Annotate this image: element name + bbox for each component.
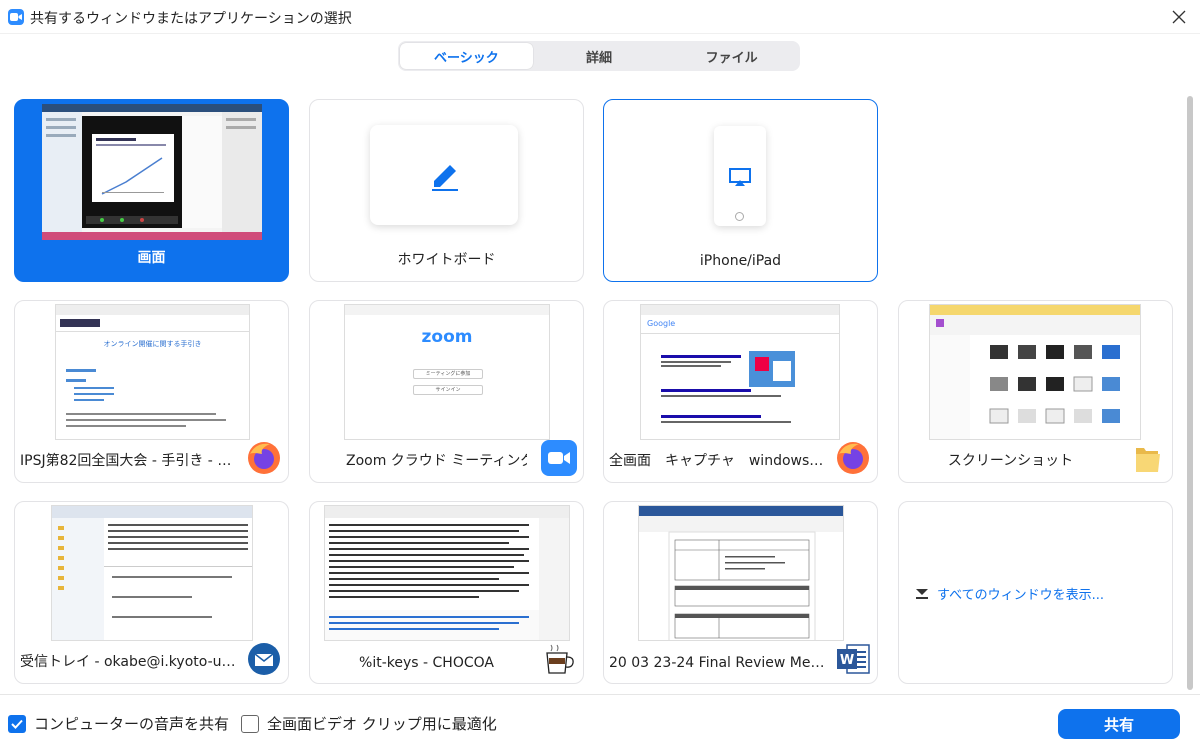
- window-thumbnail: zoom ミーティングに参加 サインイン: [344, 304, 550, 440]
- tile-screen[interactable]: 画面: [14, 99, 289, 282]
- tab-basic[interactable]: ベーシック: [400, 43, 533, 69]
- tile-window-label: 20 03 23-24 Final Review Meetin...: [609, 655, 827, 671]
- tile-window-google[interactable]: Google 全画面 キャプチャ windows - Go...: [603, 300, 878, 483]
- optimize-video-option[interactable]: 全画面ビデオ クリップ用に最適化: [241, 713, 497, 734]
- folder-icon: [1136, 448, 1160, 472]
- tab-advanced[interactable]: 詳細: [533, 43, 666, 69]
- share-mode-tabs: ベーシック 詳細 ファイル: [398, 41, 800, 71]
- window-thumbnail: [51, 505, 253, 641]
- tab-files[interactable]: ファイル: [665, 43, 798, 69]
- window-thumbnail: [638, 505, 844, 641]
- thumb-google-logo: Google: [647, 319, 676, 328]
- pen-icon: [432, 165, 458, 191]
- tile-show-all-windows[interactable]: すべてのウィンドウを表示...: [898, 501, 1173, 684]
- thunderbird-icon: [248, 643, 280, 675]
- bottom-bar: コンピューターの音声を共有 全画面ビデオ クリップ用に最適化 共有: [0, 694, 1200, 749]
- tile-iphone-label: iPhone/iPad: [699, 253, 782, 269]
- tile-whiteboard-label: ホワイトボード: [397, 252, 496, 268]
- optimize-video-label: 全画面ビデオ クリップ用に最適化: [267, 715, 497, 733]
- close-icon[interactable]: [1164, 2, 1194, 32]
- word-icon: W: [837, 644, 870, 674]
- airplay-icon: [729, 168, 751, 186]
- window-thumbnail: Google: [640, 304, 840, 440]
- share-audio-option[interactable]: コンピューターの音声を共有: [8, 713, 229, 734]
- window-thumbnail: [324, 505, 570, 641]
- optimize-video-checkbox[interactable]: [241, 714, 259, 733]
- show-all-windows-label: すべてのウィンドウを表示...: [937, 588, 1104, 603]
- phone-preview: [714, 126, 766, 226]
- whiteboard-preview: [370, 125, 518, 225]
- tile-window-label: 受信トレイ - okabe@i.kyoto-u.ac.j...: [20, 654, 238, 670]
- tile-iphone-ipad[interactable]: iPhone/iPad: [603, 99, 878, 282]
- share-button[interactable]: 共有: [1058, 709, 1180, 739]
- show-all-windows-link[interactable]: すべてのウィンドウを表示...: [915, 584, 1104, 603]
- window-title: 共有するウィンドウまたはアプリケーションの選択: [30, 11, 352, 27]
- tile-window-label: Zoom クラウド ミーティング: [346, 453, 527, 469]
- window-thumbnail: オンライン開催に関する手引き: [55, 304, 250, 440]
- tile-window-label: IPSJ第82回全国大会 - 手引き - M...: [20, 453, 238, 469]
- thumb-signin-button: サインイン: [413, 385, 483, 395]
- show-all-windows-icon: [916, 588, 928, 599]
- svg-text:W: W: [840, 653, 854, 668]
- tile-window-label: 全画面 キャプチャ windows - Go...: [609, 453, 827, 469]
- screen-thumbnail: [42, 104, 262, 240]
- window-thumbnail: [929, 304, 1141, 440]
- thumb-heading: オンライン開催に関する手引き: [103, 340, 202, 348]
- tile-window-label: スクリーンショット: [947, 453, 1074, 469]
- tile-window-word[interactable]: 20 03 23-24 Final Review Meetin... W: [603, 501, 878, 684]
- home-button-icon: [735, 212, 744, 221]
- firefox-icon: [837, 442, 869, 474]
- tile-whiteboard[interactable]: ホワイトボード: [309, 99, 584, 282]
- coffee-cup-icon: [546, 644, 574, 674]
- thumb-zoom-logo: zoom: [421, 327, 473, 347]
- zoom-logo-icon: [8, 9, 24, 25]
- tile-screen-label: 画面: [137, 250, 166, 266]
- share-audio-checkbox[interactable]: [8, 714, 26, 733]
- tile-window-ipsj[interactable]: オンライン開催に関する手引き IPSJ第82回全国大会 - 手引き - M...: [14, 300, 289, 483]
- title-bar: 共有するウィンドウまたはアプリケーションの選択: [0, 0, 1200, 34]
- tile-window-label: %it-keys - CHOCOA: [359, 655, 494, 671]
- tile-window-screenshots[interactable]: スクリーンショット: [898, 300, 1173, 483]
- tile-window-thunderbird[interactable]: 受信トレイ - okabe@i.kyoto-u.ac.j...: [14, 501, 289, 684]
- tile-window-zoom[interactable]: zoom ミーティングに参加 サインイン Zoom クラウド ミーティング: [309, 300, 584, 483]
- share-audio-label: コンピューターの音声を共有: [34, 715, 230, 733]
- tile-window-chocoa[interactable]: %it-keys - CHOCOA: [309, 501, 584, 684]
- firefox-icon: [248, 442, 280, 474]
- check-icon: [11, 719, 23, 729]
- scrollbar[interactable]: [1187, 96, 1193, 690]
- zoom-app-icon: [541, 440, 577, 476]
- thumb-join-button: ミーティングに参加: [413, 369, 483, 379]
